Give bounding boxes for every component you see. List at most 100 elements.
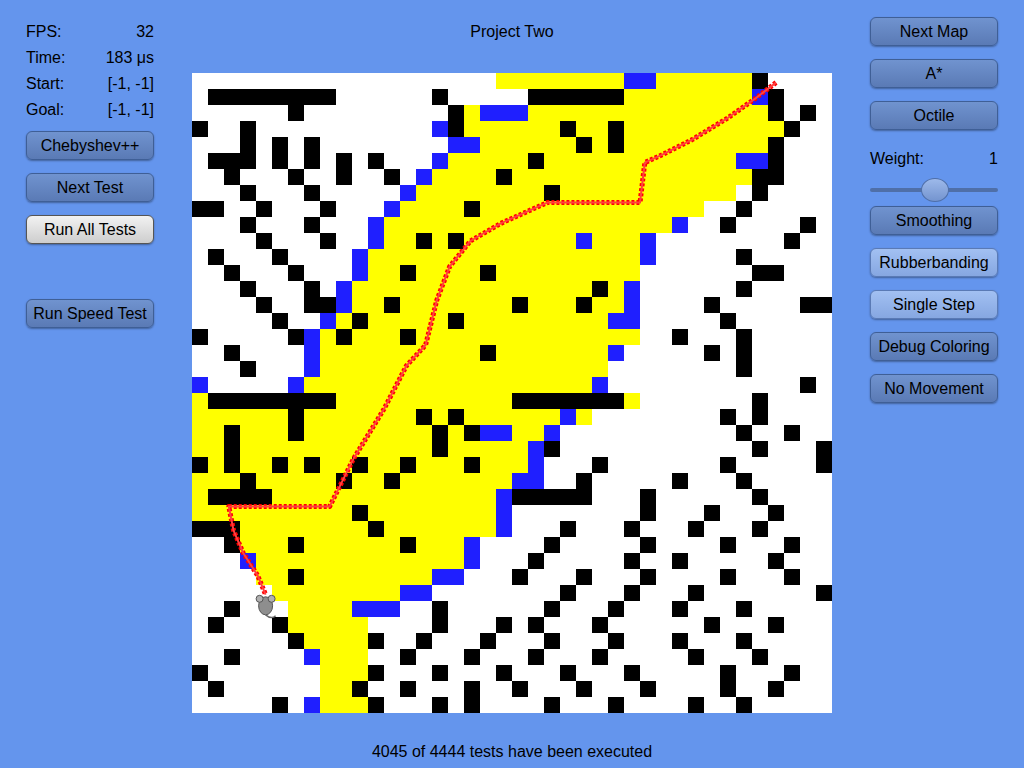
grid-cell[interactable] — [608, 665, 624, 681]
grid-cell[interactable] — [448, 281, 464, 297]
grid-cell[interactable] — [736, 169, 752, 185]
grid-cell[interactable] — [400, 89, 416, 105]
grid-cell[interactable] — [672, 169, 688, 185]
grid-cell[interactable] — [656, 441, 672, 457]
grid-cell[interactable] — [416, 265, 432, 281]
grid-cell[interactable] — [768, 617, 784, 633]
grid-cell[interactable] — [464, 217, 480, 233]
grid-cell[interactable] — [288, 137, 304, 153]
grid-cell[interactable] — [464, 617, 480, 633]
grid-cell[interactable] — [768, 681, 784, 697]
grid-cell[interactable] — [624, 153, 640, 169]
grid-cell[interactable] — [400, 489, 416, 505]
grid-cell[interactable] — [592, 153, 608, 169]
grid-cell[interactable] — [480, 521, 496, 537]
grid-cell[interactable] — [624, 313, 640, 329]
grid-cell[interactable] — [704, 505, 720, 521]
grid-cell[interactable] — [576, 473, 592, 489]
grid-cell[interactable] — [768, 137, 784, 153]
grid-cell[interactable] — [784, 345, 800, 361]
grid-cell[interactable] — [816, 441, 832, 457]
grid-cell[interactable] — [256, 233, 272, 249]
grid-cell[interactable] — [512, 233, 528, 249]
grid-cell[interactable] — [256, 409, 272, 425]
grid-cell[interactable] — [800, 89, 816, 105]
grid-cell[interactable] — [384, 361, 400, 377]
grid-cell[interactable] — [512, 217, 528, 233]
grid-cell[interactable] — [720, 665, 736, 681]
grid-cell[interactable] — [592, 73, 608, 89]
grid-cell[interactable] — [224, 345, 240, 361]
grid-cell[interactable] — [640, 473, 656, 489]
grid-cell[interactable] — [368, 473, 384, 489]
grid-cell[interactable] — [688, 105, 704, 121]
grid-cell[interactable] — [272, 393, 288, 409]
grid-cell[interactable] — [208, 569, 224, 585]
grid-cell[interactable] — [592, 361, 608, 377]
grid-cell[interactable] — [240, 585, 256, 601]
grid-cell[interactable] — [208, 681, 224, 697]
grid-cell[interactable] — [816, 377, 832, 393]
grid-cell[interactable] — [224, 697, 240, 713]
grid-cell[interactable] — [304, 313, 320, 329]
grid-cell[interactable] — [560, 585, 576, 601]
grid-cell[interactable] — [192, 697, 208, 713]
grid-cell[interactable] — [720, 473, 736, 489]
grid-cell[interactable] — [608, 217, 624, 233]
grid-cell[interactable] — [256, 457, 272, 473]
grid-cell[interactable] — [720, 537, 736, 553]
grid-cell[interactable] — [800, 73, 816, 89]
grid-cell[interactable] — [560, 537, 576, 553]
grid-cell[interactable] — [320, 425, 336, 441]
grid-cell[interactable] — [640, 297, 656, 313]
grid-cell[interactable] — [608, 473, 624, 489]
grid-cell[interactable] — [624, 137, 640, 153]
grid-cell[interactable] — [624, 473, 640, 489]
grid-cell[interactable] — [800, 649, 816, 665]
grid-cell[interactable] — [656, 409, 672, 425]
grid-cell[interactable] — [416, 617, 432, 633]
grid-cell[interactable] — [816, 169, 832, 185]
grid-cell[interactable] — [624, 681, 640, 697]
grid-cell[interactable] — [704, 601, 720, 617]
grid-cell[interactable] — [384, 617, 400, 633]
grid-cell[interactable] — [384, 313, 400, 329]
grid-cell[interactable] — [528, 185, 544, 201]
grid-cell[interactable] — [464, 697, 480, 713]
grid-cell[interactable] — [288, 521, 304, 537]
grid-cell[interactable] — [752, 649, 768, 665]
grid-cell[interactable] — [592, 217, 608, 233]
grid-cell[interactable] — [528, 377, 544, 393]
grid-cell[interactable] — [208, 601, 224, 617]
grid-cell[interactable] — [304, 553, 320, 569]
grid-cell[interactable] — [304, 217, 320, 233]
grid-cell[interactable] — [704, 185, 720, 201]
grid-cell[interactable] — [640, 665, 656, 681]
grid-cell[interactable] — [768, 217, 784, 233]
grid-cell[interactable] — [784, 329, 800, 345]
grid-cell[interactable] — [224, 377, 240, 393]
grid-cell[interactable] — [224, 313, 240, 329]
grid-cell[interactable] — [752, 105, 768, 121]
grid-cell[interactable] — [384, 681, 400, 697]
grid-cell[interactable] — [480, 185, 496, 201]
grid-cell[interactable] — [480, 665, 496, 681]
grid-cell[interactable] — [256, 153, 272, 169]
grid-cell[interactable] — [672, 281, 688, 297]
grid-cell[interactable] — [448, 521, 464, 537]
grid-cell[interactable] — [784, 281, 800, 297]
grid-cell[interactable] — [800, 233, 816, 249]
grid-cell[interactable] — [224, 425, 240, 441]
grid-cell[interactable] — [304, 681, 320, 697]
grid-cell[interactable] — [304, 585, 320, 601]
grid-cell[interactable] — [800, 617, 816, 633]
grid-cell[interactable] — [192, 297, 208, 313]
grid-cell[interactable] — [624, 697, 640, 713]
grid-cell[interactable] — [448, 409, 464, 425]
grid-cell[interactable] — [576, 185, 592, 201]
grid-cell[interactable] — [576, 521, 592, 537]
grid-cell[interactable] — [256, 345, 272, 361]
grid-cell[interactable] — [224, 473, 240, 489]
grid-cell[interactable] — [288, 233, 304, 249]
grid-cell[interactable] — [512, 361, 528, 377]
